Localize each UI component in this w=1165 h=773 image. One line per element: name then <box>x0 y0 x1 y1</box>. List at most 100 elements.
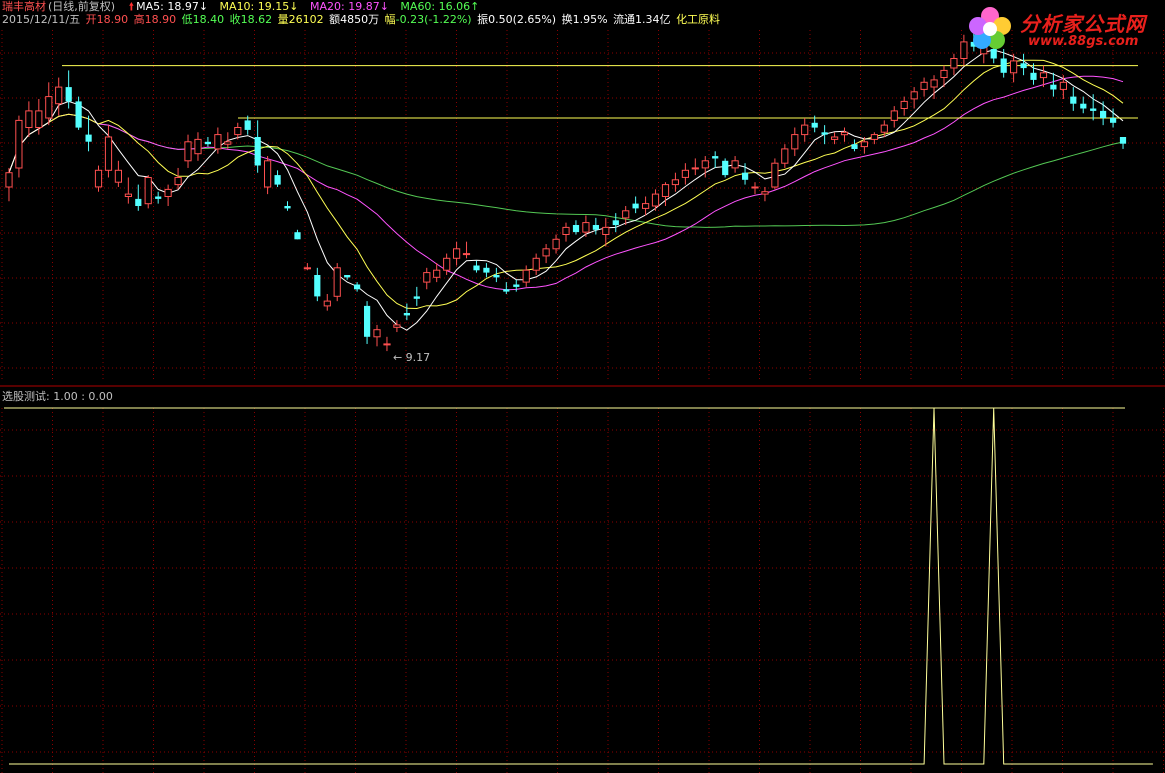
candle-up <box>582 222 590 233</box>
candle-down <box>1080 103 1087 109</box>
candle-up <box>602 226 610 235</box>
candle-down <box>204 141 211 145</box>
candle-up <box>731 160 739 169</box>
candle-up <box>114 169 123 183</box>
candle-up <box>55 86 63 105</box>
amplitude-value: 振0.50(2.65%) <box>477 13 557 26</box>
candle-up <box>900 100 908 110</box>
candle-down <box>1000 58 1007 73</box>
candle-up <box>144 177 152 205</box>
turnover-value: 换1.95% <box>561 13 608 26</box>
candle-down <box>821 132 828 135</box>
candle-down <box>722 160 729 176</box>
candle-up <box>25 110 33 129</box>
candle-up <box>104 136 113 171</box>
candle-up <box>910 91 918 100</box>
candle-down <box>314 275 321 297</box>
candle-up <box>890 110 898 121</box>
candle-down <box>1110 118 1117 123</box>
low-value: 18.40 <box>192 13 225 26</box>
float-value: 流通1.34亿 <box>613 13 671 26</box>
site-logo: 分析家公式网 www.88gs.com <box>962 2 1162 54</box>
candle-up <box>443 257 451 271</box>
candle-up <box>1010 60 1018 74</box>
candle-down <box>473 265 480 271</box>
candle-down <box>1090 108 1097 111</box>
candle-down <box>403 313 410 316</box>
close-value: 18.62 <box>240 13 273 26</box>
amount-value: 4850万 <box>340 13 380 26</box>
candle-down <box>1030 72 1037 80</box>
candle-up <box>194 138 202 155</box>
candle-up <box>870 134 878 140</box>
candle-down <box>244 120 251 130</box>
flower-icon <box>969 7 1011 49</box>
high-label: 高 <box>133 13 145 26</box>
candle-up <box>761 191 769 195</box>
candle-up <box>940 69 948 79</box>
candle-up <box>771 162 779 188</box>
candle-down <box>364 305 371 337</box>
candle-up <box>671 179 679 186</box>
candle-down <box>135 198 142 206</box>
candle-up <box>522 269 530 283</box>
volume-label: 量 <box>277 13 289 26</box>
candle-up <box>562 226 570 235</box>
industry-value: 化工原料 <box>676 13 721 26</box>
amount-label: 额 <box>329 13 341 26</box>
candle-down <box>344 275 351 278</box>
candle-up <box>622 210 630 219</box>
candle-down <box>75 101 82 128</box>
candle-up <box>303 267 311 270</box>
candle-up <box>642 203 650 209</box>
candle-up <box>433 269 441 278</box>
candle-down <box>65 87 72 102</box>
candle-up <box>323 300 331 307</box>
indicator-label: 选股测试 <box>2 390 46 403</box>
open-value: 18.90 <box>96 13 129 26</box>
ma5-up-icon: 🠙 <box>128 0 135 13</box>
ma20-legend: MA20: 19.87↓ <box>309 0 389 13</box>
candle-up <box>423 272 431 283</box>
logo-url: www.88gs.com <box>1028 34 1139 49</box>
candle-up <box>393 324 401 328</box>
candle-up <box>920 81 928 90</box>
candle-down <box>1119 137 1127 144</box>
candle-down <box>284 206 291 209</box>
candle-down <box>354 284 361 290</box>
low-label: 低 <box>181 13 193 26</box>
stock-chart[interactable]: ← 9.17 <box>0 0 1165 773</box>
indicator-header: 选股测试: 1.00 : 0.00 <box>2 390 115 403</box>
chart-header: 瑞丰高材 (日线,前复权) 🠙 MA5: 18.97↓ MA10: 19.15↓ M… <box>2 0 481 13</box>
ma5-legend: MA5: 18.97↓ <box>136 0 209 13</box>
stock-name: 瑞丰高材 <box>2 0 46 13</box>
candle-up <box>373 329 381 338</box>
candle-up <box>264 160 272 188</box>
candle-up <box>15 119 23 169</box>
candle-up <box>542 248 550 257</box>
candle-up <box>661 184 670 198</box>
candle-up <box>462 253 471 256</box>
candle-down <box>632 203 639 209</box>
candle-up <box>45 96 53 119</box>
candle-up <box>224 141 232 145</box>
candle-up <box>651 193 660 207</box>
candle-down <box>1100 110 1107 118</box>
candle-up <box>751 186 759 189</box>
volume-value: 26102 <box>288 13 324 26</box>
candle-up <box>333 267 341 297</box>
candle-down <box>493 275 500 278</box>
change-value: -0.23(-1.22%) <box>395 13 472 26</box>
candle-up <box>1059 81 1068 90</box>
grid-lines <box>0 30 1165 773</box>
ma10-legend: MA10: 19.15↓ <box>219 0 299 13</box>
candle-down <box>85 134 92 142</box>
candle-up <box>781 148 789 164</box>
candle-down <box>811 122 818 128</box>
candle-up <box>840 131 849 136</box>
candle-up <box>5 172 13 188</box>
candle-up <box>691 167 699 170</box>
candle-up <box>860 141 868 148</box>
candle-up <box>124 193 133 198</box>
candle-up <box>950 58 958 69</box>
